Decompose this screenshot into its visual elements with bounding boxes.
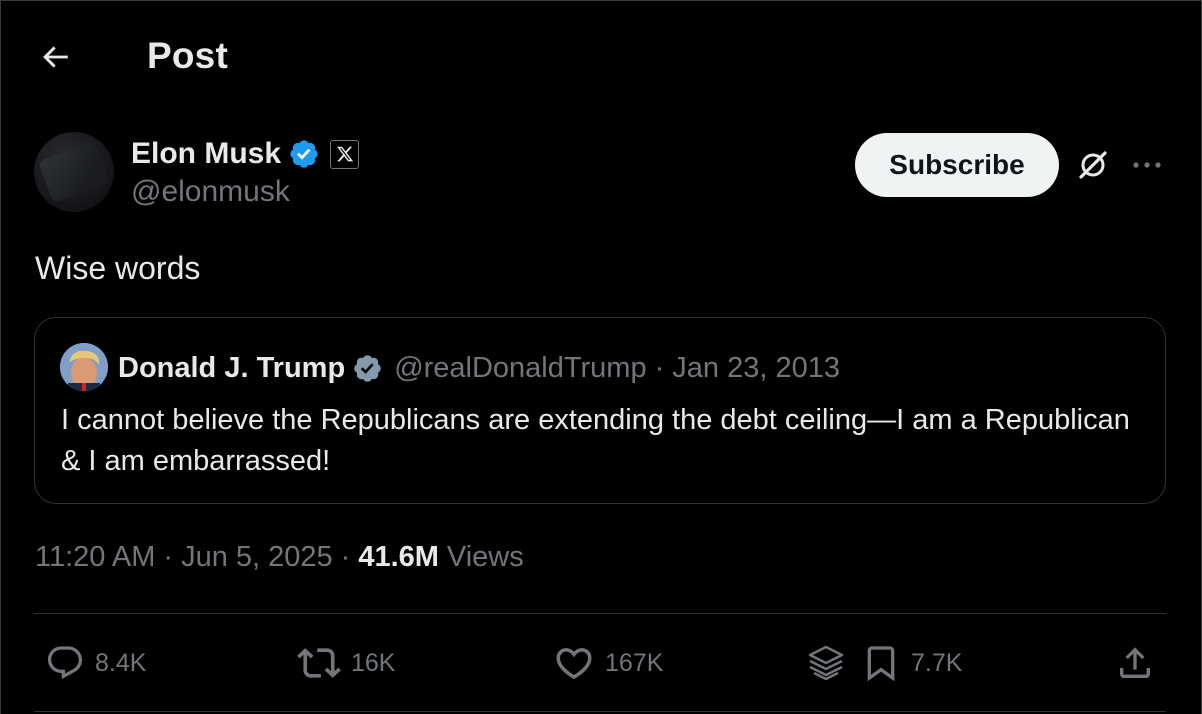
heart-icon [556,648,592,680]
quote-text: I cannot believe the Republicans are ext… [61,404,1130,477]
divider [34,711,1166,712]
post-text: Wise words [35,250,201,286]
post-page: Post Elon Musk @elonmusk Subscribe Wise … [0,0,1202,714]
bookmark-icon [867,646,895,682]
more-options-button[interactable] [1129,147,1165,183]
repost-button[interactable]: 16K [297,641,395,685]
author-name[interactable]: Elon Musk [131,137,281,171]
reply-button[interactable]: 8.4K [45,641,146,685]
action-bar: 8.4K 16K 167K 7.7K [1,621,1202,707]
like-button[interactable]: 167K [553,641,663,685]
views-count: 41.6M [358,541,439,573]
divider [34,613,1166,614]
verified-badge-gray-icon [354,354,381,382]
reply-icon [47,646,83,680]
share-button[interactable] [1115,641,1155,685]
avatar-shading [38,141,110,203]
bookmark-button[interactable]: 7.7K [861,641,962,685]
verified-badge-icon[interactable] [288,138,320,170]
meta-separator: · [163,541,174,573]
grok-analyze-button[interactable] [805,641,847,685]
post-time[interactable]: 11:20 AM [35,541,155,574]
quoted-post[interactable]: Donald J. Trump @realDonaldTrump · Jan 2… [34,317,1166,504]
affiliate-badge[interactable] [330,139,360,169]
like-count: 167K [605,648,664,677]
avatar[interactable] [34,132,114,212]
quote-author-handle: @realDonaldTrump [394,351,647,384]
quote-separator: · [654,351,665,384]
back-button[interactable] [35,37,75,77]
quote-date: Jan 23, 2013 [672,351,840,384]
author-block: Elon Musk @elonmusk [131,135,360,209]
author-name-row: Elon Musk [131,135,360,173]
grok-button[interactable] [1073,145,1113,185]
post-date[interactable]: Jun 5, 2025 [181,541,333,574]
quote-avatar [60,343,108,391]
page-title: Post [147,35,228,76]
quote-author-name: Donald J. Trump [118,351,346,384]
more-horizontal-icon [1133,162,1161,168]
author-handle[interactable]: @elonmusk [131,175,359,209]
reply-count: 8.4K [95,648,147,677]
quote-header: Donald J. Trump @realDonaldTrump · Jan 2… [118,348,840,388]
meta-separator: · [340,541,351,573]
repost-count: 16K [351,648,396,677]
back-arrow-icon [43,46,68,68]
x-logo-icon [336,146,353,162]
grok-icon [1079,151,1107,179]
repost-icon [297,648,341,678]
grok-layers-icon [808,645,844,681]
post-meta: 11:20 AM · Jun 5, 2025 · 41.6M Views [35,541,524,574]
top-bar: Post [1,1,1202,111]
subscribe-button[interactable]: Subscribe [855,133,1059,197]
share-icon [1120,647,1150,678]
bookmark-count: 7.7K [911,648,963,677]
views-label: Views [446,541,524,573]
